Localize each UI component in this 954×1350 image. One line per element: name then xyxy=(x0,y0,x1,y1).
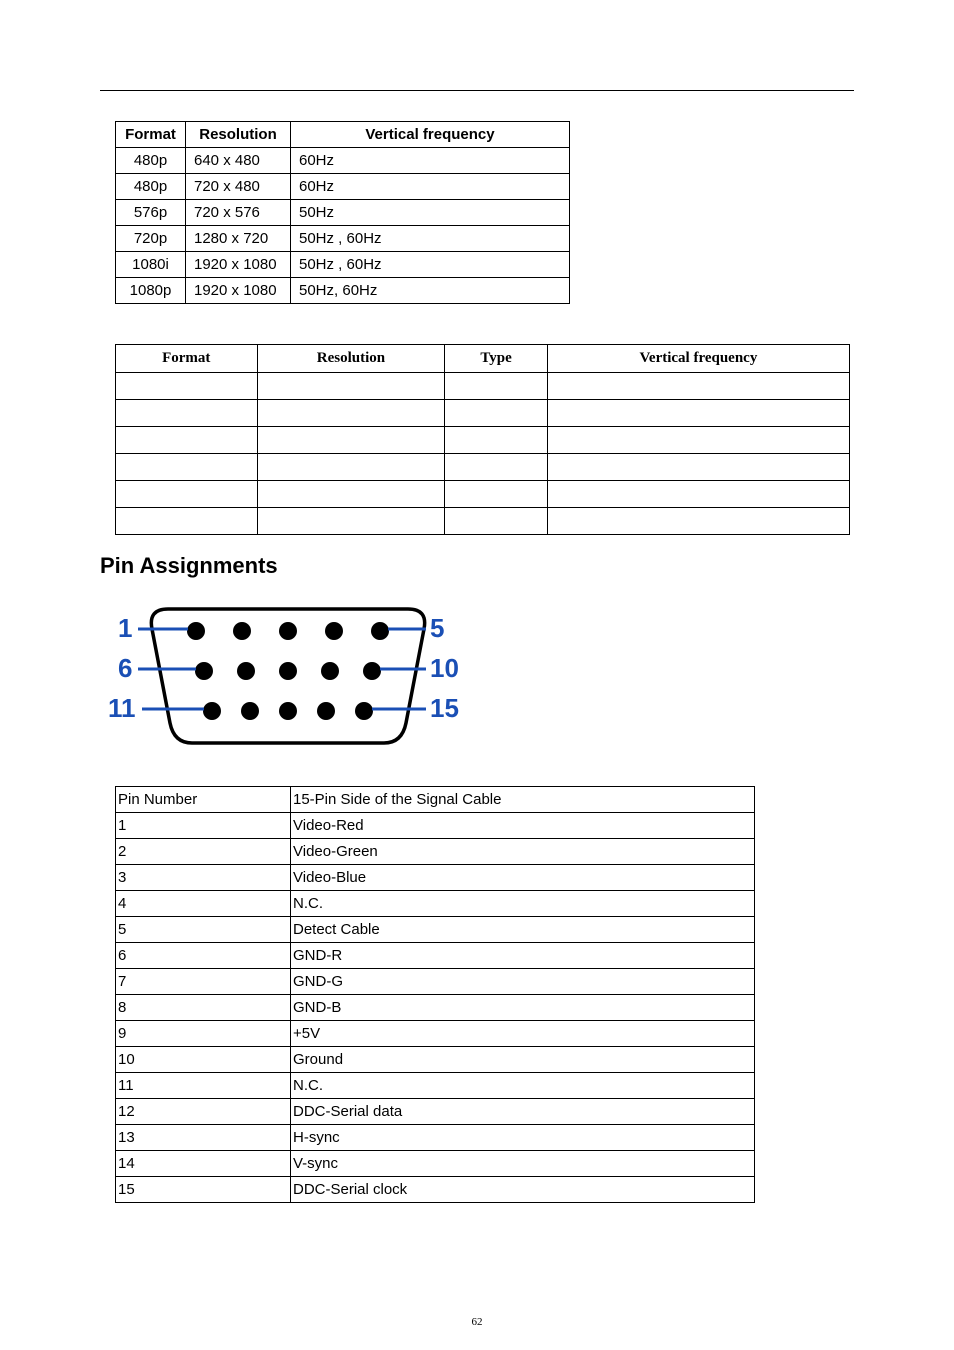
t3-cell: GND-B xyxy=(291,995,755,1021)
t3-cell: 3 xyxy=(116,865,291,891)
t3-cell: 10 xyxy=(116,1047,291,1073)
t3-cell: Video-Red xyxy=(291,813,755,839)
t3-cell: N.C. xyxy=(291,891,755,917)
t1-cell: 50Hz , 60Hz xyxy=(291,252,570,278)
t1-cell: 60Hz xyxy=(291,174,570,200)
t3-cell: 4 xyxy=(116,891,291,917)
t2-header-type: Type xyxy=(445,345,548,373)
pin-label-1: 1 xyxy=(118,615,132,641)
connector-svg xyxy=(108,601,478,756)
table-row xyxy=(116,373,850,400)
table-row: 1080i 1920 x 1080 50Hz , 60Hz xyxy=(116,252,570,278)
t3-cell: V-sync xyxy=(291,1151,755,1177)
t3-cell: 8 xyxy=(116,995,291,1021)
t3-cell: +5V xyxy=(291,1021,755,1047)
t1-cell: 1920 x 1080 xyxy=(186,252,291,278)
t3-cell: Ground xyxy=(291,1047,755,1073)
table-row: 720p 1280 x 720 50Hz , 60Hz xyxy=(116,226,570,252)
t1-cell: 1280 x 720 xyxy=(186,226,291,252)
t3-cell: 5 xyxy=(116,917,291,943)
t1-cell: 720 x 576 xyxy=(186,200,291,226)
page-number: 62 xyxy=(0,1316,954,1328)
t3-cell: 6 xyxy=(116,943,291,969)
table-row: 1080p 1920 x 1080 50Hz, 60Hz xyxy=(116,278,570,304)
t3-cell: N.C. xyxy=(291,1073,755,1099)
t3-cell: 7 xyxy=(116,969,291,995)
t1-cell: 1080p xyxy=(116,278,186,304)
table-row: 480p 640 x 480 60Hz xyxy=(116,148,570,174)
t3-header-pin: Pin Number xyxy=(116,787,291,813)
t3-cell: H-sync xyxy=(291,1125,755,1151)
t3-cell: 12 xyxy=(116,1099,291,1125)
table-row: 12DDC-Serial data xyxy=(116,1099,755,1125)
table-row: 11N.C. xyxy=(116,1073,755,1099)
pin-label-5: 5 xyxy=(430,615,444,641)
t3-cell: Detect Cable xyxy=(291,917,755,943)
t1-cell: 720 x 480 xyxy=(186,174,291,200)
table-row: 2Video-Green xyxy=(116,839,755,865)
t1-cell: 1080i xyxy=(116,252,186,278)
table-row xyxy=(116,400,850,427)
top-rule xyxy=(100,90,854,91)
pin-label-11: 11 xyxy=(108,695,136,721)
t3-cell: DDC-Serial clock xyxy=(291,1177,755,1203)
t1-cell: 720p xyxy=(116,226,186,252)
table-row: 6GND-R xyxy=(116,943,755,969)
t3-cell: Video-Blue xyxy=(291,865,755,891)
t3-header-signal: 15-Pin Side of the Signal Cable xyxy=(291,787,755,813)
t1-header-vfreq: Vertical frequency xyxy=(291,122,570,148)
table-row xyxy=(116,427,850,454)
table-row xyxy=(116,508,850,535)
t1-header-resolution: Resolution xyxy=(186,122,291,148)
table-row: 3Video-Blue xyxy=(116,865,755,891)
t3-cell: DDC-Serial data xyxy=(291,1099,755,1125)
t1-cell: 60Hz xyxy=(291,148,570,174)
t1-cell: 1920 x 1080 xyxy=(186,278,291,304)
t3-cell: 13 xyxy=(116,1125,291,1151)
t3-cell: 9 xyxy=(116,1021,291,1047)
pin-assignment-table: Pin Number 15-Pin Side of the Signal Cab… xyxy=(115,786,755,1203)
t1-cell: 50Hz xyxy=(291,200,570,226)
table-row: 1Video-Red xyxy=(116,813,755,839)
t1-cell: 50Hz, 60Hz xyxy=(291,278,570,304)
table-row: 15DDC-Serial clock xyxy=(116,1177,755,1203)
table-row: 480p 720 x 480 60Hz xyxy=(116,174,570,200)
page: Format Resolution Vertical frequency 480… xyxy=(0,0,954,1350)
table-row: 14V-sync xyxy=(116,1151,755,1177)
table-row: 9+5V xyxy=(116,1021,755,1047)
t3-cell: GND-G xyxy=(291,969,755,995)
table-row: 13H-sync xyxy=(116,1125,755,1151)
page-title: Pin Assignments xyxy=(100,553,854,579)
table-row: 8GND-B xyxy=(116,995,755,1021)
t1-cell: 480p xyxy=(116,174,186,200)
t2-header-resolution: Resolution xyxy=(257,345,445,373)
t3-cell: 15 xyxy=(116,1177,291,1203)
empty-format-table: Format Resolution Type Vertical frequenc… xyxy=(115,344,850,535)
pin-label-6: 6 xyxy=(118,655,132,681)
vga-connector-diagram: 1 6 11 5 10 15 xyxy=(108,601,478,756)
table-row xyxy=(116,454,850,481)
table-row xyxy=(116,481,850,508)
table-row: 4N.C. xyxy=(116,891,755,917)
t3-cell: 2 xyxy=(116,839,291,865)
t1-cell: 576p xyxy=(116,200,186,226)
t3-cell: 11 xyxy=(116,1073,291,1099)
t1-cell: 640 x 480 xyxy=(186,148,291,174)
t1-cell: 50Hz , 60Hz xyxy=(291,226,570,252)
table-row: 10Ground xyxy=(116,1047,755,1073)
table-row: 576p 720 x 576 50Hz xyxy=(116,200,570,226)
t2-header-vfreq: Vertical frequency xyxy=(547,345,849,373)
t3-cell: GND-R xyxy=(291,943,755,969)
table-row: 7GND-G xyxy=(116,969,755,995)
t2-header-format: Format xyxy=(116,345,258,373)
t1-cell: 480p xyxy=(116,148,186,174)
t3-cell: Video-Green xyxy=(291,839,755,865)
table-row: 5Detect Cable xyxy=(116,917,755,943)
pin-label-15: 15 xyxy=(430,695,459,721)
pin-label-10: 10 xyxy=(430,655,459,681)
t3-cell: 1 xyxy=(116,813,291,839)
video-format-table: Format Resolution Vertical frequency 480… xyxy=(115,121,570,304)
t1-header-format: Format xyxy=(116,122,186,148)
t3-cell: 14 xyxy=(116,1151,291,1177)
